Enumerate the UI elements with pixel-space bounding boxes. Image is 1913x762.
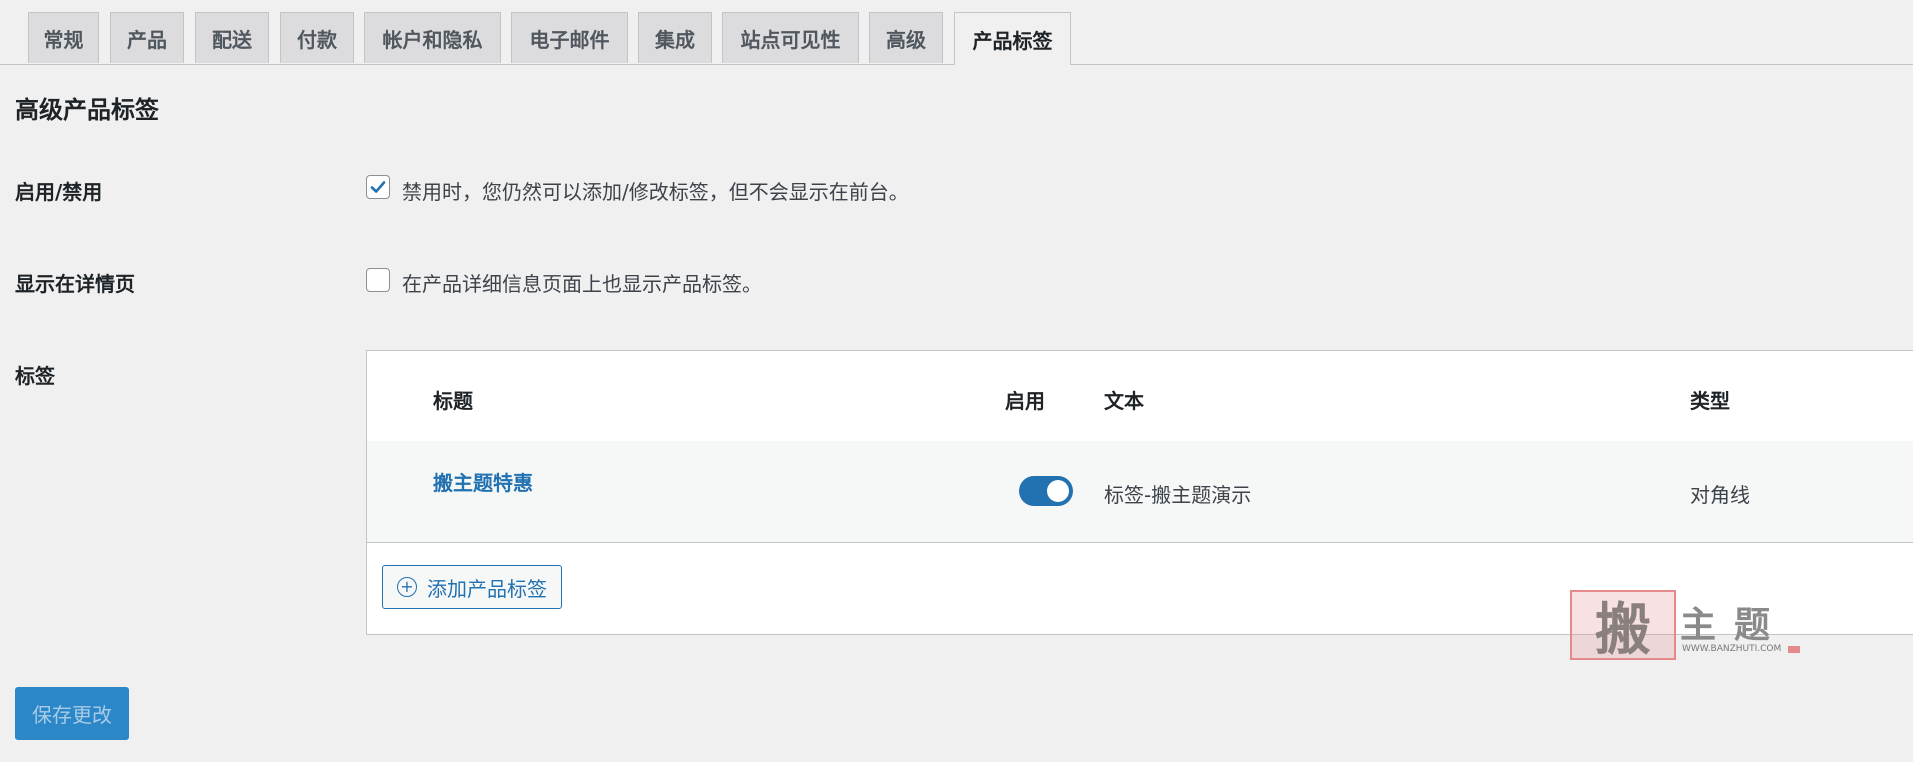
detail-checkbox[interactable] — [366, 268, 390, 292]
label-title-link[interactable]: 搬主题特惠 — [433, 467, 533, 496]
header-enabled: 启用 — [1005, 389, 1045, 413]
header-text: 文本 — [1104, 389, 1144, 413]
watermark-url: WWW.BANZHUTI.COM — [1682, 644, 1782, 654]
table-row: 搬主题特惠 标签-搬主题演示 对角线 — [367, 441, 1913, 543]
tab-general[interactable]: 常规 — [28, 12, 99, 63]
tab-integration[interactable]: 集成 — [638, 12, 712, 63]
detail-description: 在产品详细信息页面上也显示产品标签。 — [402, 272, 762, 296]
watermark-seal: 搬 — [1570, 590, 1676, 663]
enabled-toggle[interactable] — [1019, 476, 1073, 506]
tab-emails[interactable]: 电子邮件 — [511, 12, 628, 63]
detail-label: 显示在详情页 — [15, 272, 135, 296]
tab-site-visibility[interactable]: 站点可见性 — [722, 12, 859, 63]
labels-label: 标签 — [15, 364, 55, 388]
watermark-logo: 搬 主题 WWW.BANZHUTI.COM — [1570, 588, 1800, 663]
tab-payments[interactable]: 付款 — [280, 12, 354, 63]
add-label-text: 添加产品标签 — [427, 576, 547, 601]
tab-shipping[interactable]: 配送 — [195, 12, 269, 63]
enable-description: 禁用时，您仍然可以添加/修改标签，但不会显示在前台。 — [402, 180, 909, 204]
watermark-chars: 主题 — [1680, 605, 1789, 646]
checkmark-icon — [370, 181, 386, 193]
add-label-button[interactable]: + 添加产品标签 — [382, 565, 562, 609]
toggle-knob — [1047, 480, 1069, 502]
tab-advanced[interactable]: 高级 — [869, 12, 943, 63]
header-title: 标题 — [433, 389, 473, 413]
tab-product-labels[interactable]: 产品标签 — [954, 12, 1071, 65]
section-title: 高级产品标签 — [15, 96, 159, 124]
add-circle-icon: + — [397, 577, 417, 597]
table-header: 标题 启用 文本 类型 — [367, 351, 1913, 442]
label-type: 对角线 — [1690, 483, 1750, 507]
label-text: 标签-搬主题演示 — [1104, 483, 1252, 507]
save-button[interactable]: 保存更改 — [15, 687, 129, 740]
tab-products[interactable]: 产品 — [110, 12, 184, 63]
enable-label: 启用/禁用 — [15, 180, 103, 204]
watermark-bar — [1788, 646, 1800, 653]
enable-checkbox[interactable] — [366, 175, 390, 199]
header-type: 类型 — [1690, 389, 1730, 413]
settings-tabs: 常规 产品 配送 付款 帐户和隐私 电子邮件 集成 站点可见性 高级 产品标签 — [0, 0, 1913, 65]
tab-accounts-privacy[interactable]: 帐户和隐私 — [364, 12, 501, 63]
